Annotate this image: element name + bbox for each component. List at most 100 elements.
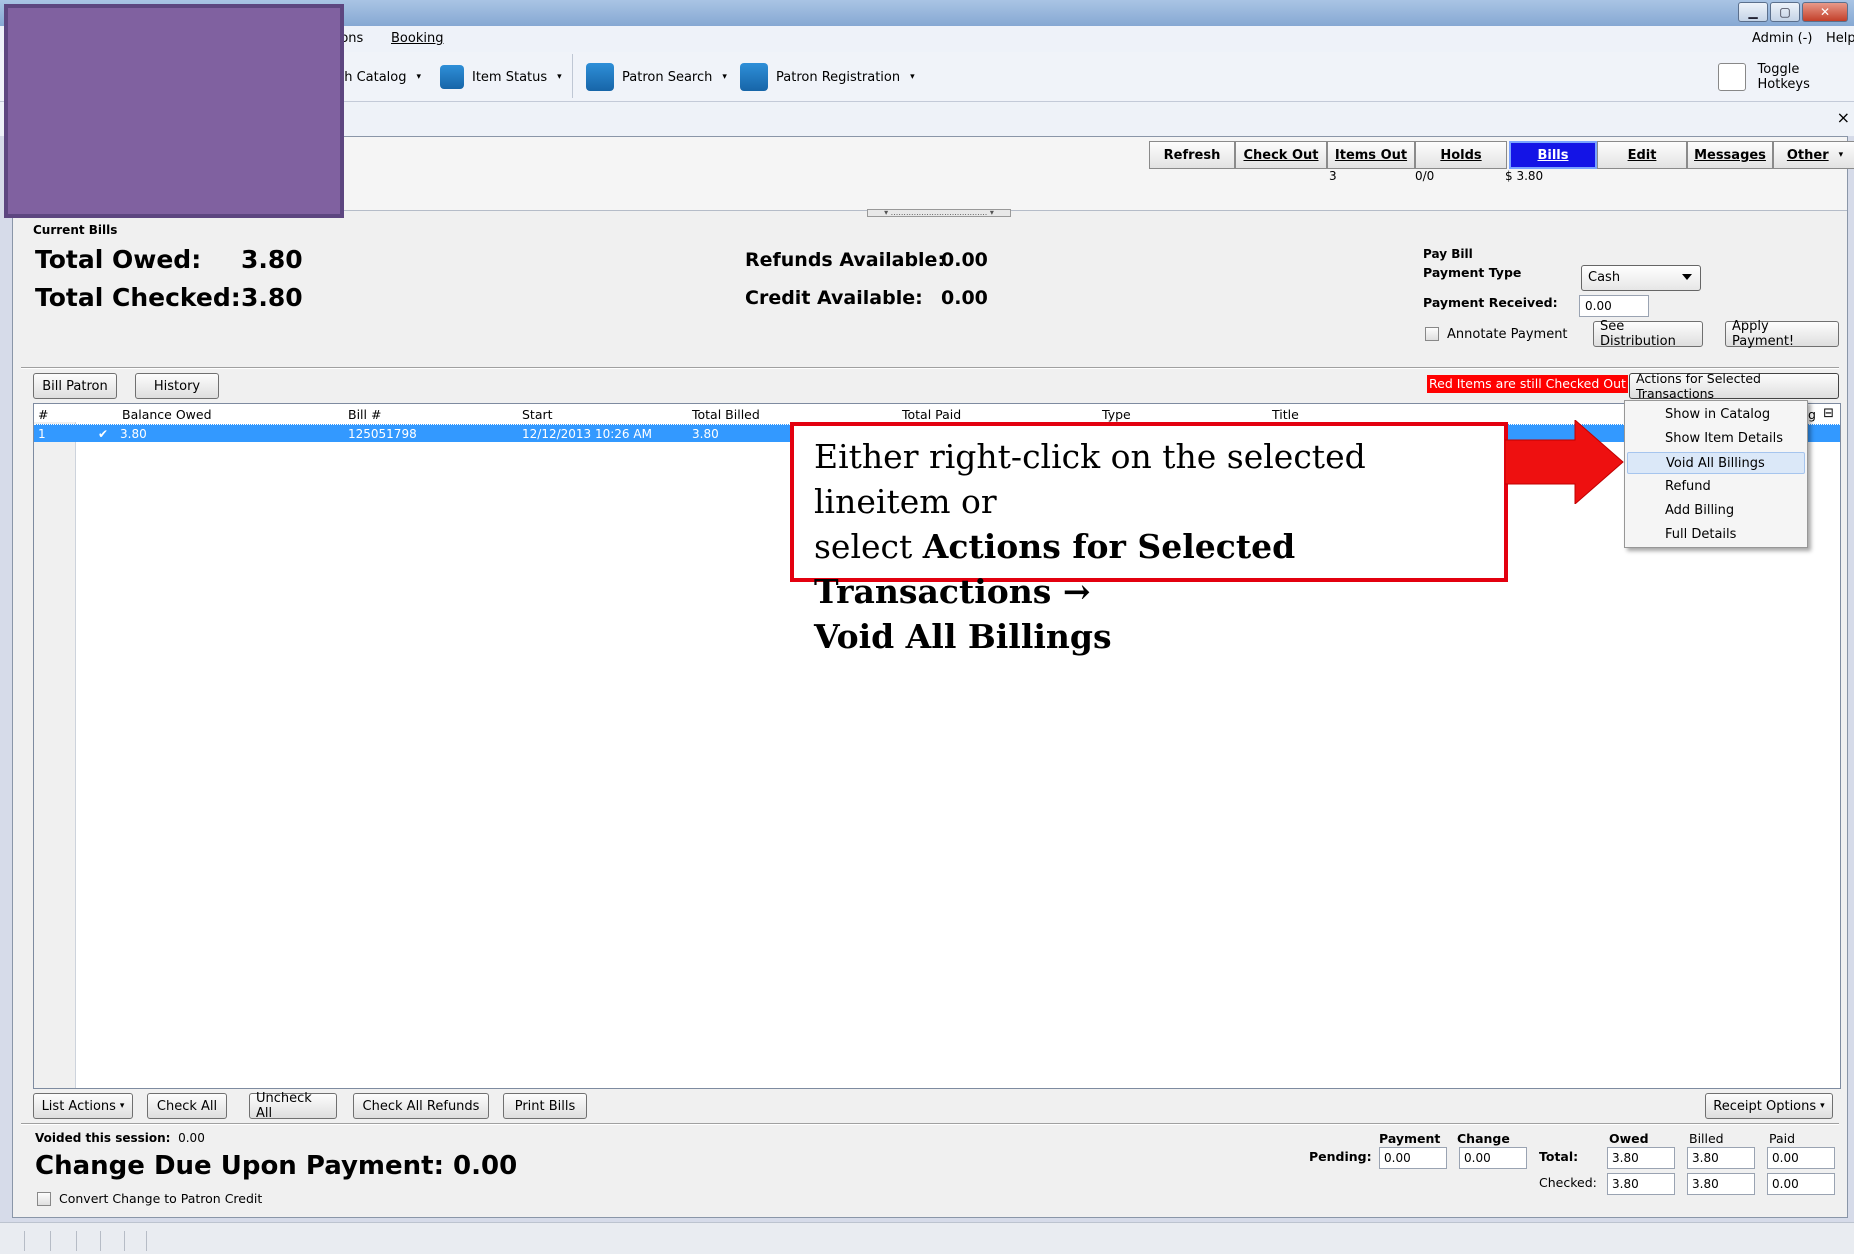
row-bill-number: 125051798 xyxy=(348,427,417,441)
bills-button[interactable]: Bills xyxy=(1509,141,1597,169)
item-status-button[interactable]: Item Status ▾ xyxy=(440,62,562,92)
window-controls: ▁ ▢ ✕ xyxy=(1738,2,1848,22)
callout-line-3-bold: Void All Billings xyxy=(814,617,1112,656)
actions-for-selected-transactions-button[interactable]: Actions for Selected Transactions xyxy=(1629,371,1839,401)
payment-type-select[interactable]: Cash xyxy=(1581,265,1701,291)
apply-payment-button[interactable]: Apply Payment! xyxy=(1725,319,1839,349)
minimize-button[interactable]: ▁ xyxy=(1738,2,1768,22)
toggle-hotkeys-button[interactable]: Toggle Hotkeys xyxy=(1718,62,1854,92)
column-header-truncated[interactable]: g xyxy=(1808,407,1816,422)
holds-button[interactable]: Holds xyxy=(1415,141,1507,169)
maximize-button[interactable]: ▢ xyxy=(1770,2,1800,22)
items-out-button[interactable]: Items Out xyxy=(1327,141,1415,169)
menu-item-help[interactable]: Help xyxy=(1826,31,1854,46)
chevron-down-icon xyxy=(1682,274,1692,280)
redacted-area xyxy=(4,4,344,218)
total-owed-field: 3.80 xyxy=(1607,1147,1675,1169)
menu-item-full-details[interactable]: Full Details xyxy=(1627,524,1805,546)
change-due-value: 0.00 xyxy=(453,1151,518,1181)
credit-available-label: Credit Available: xyxy=(745,287,923,309)
row-checkbox-checkmark[interactable]: ✔ xyxy=(98,427,108,441)
items-out-label: Items Out xyxy=(1334,147,1408,163)
total-billed-field: 3.80 xyxy=(1687,1147,1755,1169)
column-header-start[interactable]: Start xyxy=(522,407,553,422)
dropdown-arrow-icon: ▾ xyxy=(557,72,562,82)
history-button[interactable]: History xyxy=(135,373,219,399)
menu-item-void-all-billings[interactable]: Void All Billings xyxy=(1627,452,1805,474)
convert-change-checkbox[interactable] xyxy=(37,1191,51,1206)
patron-search-button[interactable]: Patron Search ▾ xyxy=(586,62,727,92)
payment-header: Payment xyxy=(1379,1131,1441,1146)
bills-label: Bills xyxy=(1537,147,1569,163)
callout-line-2-prefix: select xyxy=(814,527,913,566)
check-all-refunds-button[interactable]: Check All Refunds xyxy=(353,1093,489,1119)
menu-item-refund[interactable]: Refund xyxy=(1627,476,1805,498)
refresh-button[interactable]: Refresh xyxy=(1149,141,1235,169)
search-catalog-button[interactable]: rch Catalog ▾ xyxy=(332,62,421,92)
pay-bill-group: Pay Bill Payment Type Cash Payment Recei… xyxy=(1423,247,1843,367)
callout-line-2: select Actions for Selected Transactions… xyxy=(814,524,1484,614)
column-header-total-paid[interactable]: Total Paid xyxy=(902,407,961,422)
refunds-available-value: 0.00 xyxy=(941,249,988,271)
bill-patron-button[interactable]: Bill Patron xyxy=(33,373,117,399)
uncheck-all-button[interactable]: Uncheck All xyxy=(249,1091,337,1121)
menu-item-show-in-catalog[interactable]: Show in Catalog xyxy=(1627,404,1805,426)
column-header-balance-owed[interactable]: Balance Owed xyxy=(122,407,212,422)
total-checked-value: 3.80 xyxy=(241,283,303,312)
check-all-button[interactable]: Check All xyxy=(147,1093,227,1119)
patron-registration-label: Patron Registration xyxy=(776,69,901,85)
check-out-button[interactable]: Check Out xyxy=(1235,141,1327,169)
payment-received-input[interactable]: 0.00 xyxy=(1579,295,1649,317)
dropdown-arrow-icon: ▾ xyxy=(910,72,915,82)
divider xyxy=(21,1123,1839,1125)
total-label: Total: xyxy=(1539,1149,1579,1164)
row-header-column xyxy=(34,422,76,1088)
column-picker-icon[interactable]: ⊟ xyxy=(1823,406,1834,421)
column-header-bill-number[interactable]: Bill # xyxy=(348,407,381,422)
other-button[interactable]: Other ▾ xyxy=(1773,141,1854,169)
column-header-total-billed[interactable]: Total Billed xyxy=(692,407,760,422)
credit-available-value: 0.00 xyxy=(941,287,988,309)
status-bar xyxy=(0,1222,1854,1254)
patron-registration-button[interactable]: Patron Registration ▾ xyxy=(740,62,915,92)
close-window-button[interactable]: ✕ xyxy=(1802,2,1848,22)
print-bills-button[interactable]: Print Bills xyxy=(503,1093,587,1119)
divider xyxy=(21,367,1839,369)
panel-splitter[interactable]: ▾ ......................................… xyxy=(867,209,1011,217)
convert-change-row: Convert Change to Patron Credit xyxy=(37,1191,262,1206)
menu-item-booking[interactable]: Booking xyxy=(391,31,443,46)
keyboard-icon xyxy=(1718,63,1746,91)
close-tab-icon[interactable]: × xyxy=(1837,108,1850,127)
bills-amount: $ 3.80 xyxy=(1505,169,1544,183)
checked-label: Checked: xyxy=(1539,1175,1597,1190)
other-label: Other xyxy=(1786,147,1829,163)
menu-item-add-billing[interactable]: Add Billing xyxy=(1627,500,1805,522)
pending-label: Pending: xyxy=(1309,1149,1372,1164)
messages-button[interactable]: Messages xyxy=(1687,141,1773,169)
billed-header: Billed xyxy=(1689,1131,1724,1146)
column-header-number[interactable]: # xyxy=(38,407,48,422)
menu-item-show-item-details[interactable]: Show Item Details xyxy=(1627,428,1805,450)
column-header-title[interactable]: Title xyxy=(1272,407,1299,422)
people-icon xyxy=(740,63,768,91)
pending-payment-field: 0.00 xyxy=(1379,1147,1447,1169)
pending-change-field: 0.00 xyxy=(1459,1147,1527,1169)
see-distribution-button[interactable]: See Distribution xyxy=(1593,319,1703,349)
annotate-payment-checkbox[interactable] xyxy=(1425,327,1439,341)
items-out-count: 3 xyxy=(1329,169,1337,183)
checked-owed-field: 3.80 xyxy=(1607,1173,1675,1195)
item-status-label: Item Status xyxy=(472,69,548,85)
column-header-type[interactable]: Type xyxy=(1102,407,1131,422)
pay-bill-title: Pay Bill xyxy=(1423,247,1473,261)
list-actions-label: List Actions xyxy=(41,1098,116,1114)
owed-header: Owed xyxy=(1609,1131,1649,1146)
messages-label: Messages xyxy=(1694,147,1766,163)
convert-change-label: Convert Change to Patron Credit xyxy=(59,1191,263,1206)
row-balance-owed: 3.80 xyxy=(120,427,147,441)
edit-button[interactable]: Edit xyxy=(1597,141,1687,169)
holds-label: Holds xyxy=(1440,147,1482,163)
receipt-options-button[interactable]: Receipt Options ▾ xyxy=(1705,1093,1833,1119)
list-actions-button[interactable]: List Actions ▾ xyxy=(33,1093,133,1119)
menu-item-admin[interactable]: Admin (-) xyxy=(1752,31,1812,46)
payment-received-label: Payment Received: xyxy=(1423,295,1558,310)
